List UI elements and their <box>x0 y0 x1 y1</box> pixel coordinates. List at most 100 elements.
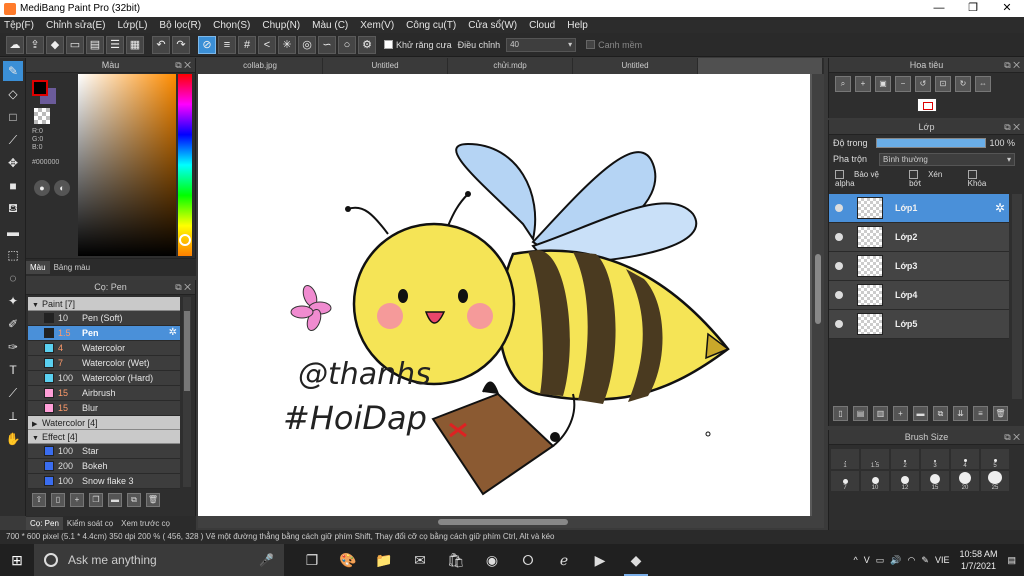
microphone-icon[interactable]: 🎤 <box>259 553 274 567</box>
magic-wand-icon[interactable]: ✦ <box>3 291 23 311</box>
close-button[interactable]: ✕ <box>990 0 1024 17</box>
brush-item[interactable]: 200 Bokeh <box>28 459 180 474</box>
doc-tab[interactable]: Untitled <box>323 58 448 74</box>
drawing-canvas[interactable]: @thanhs #HoiDap <box>198 74 810 516</box>
layer-settings-icon[interactable]: ≡ <box>973 406 988 421</box>
cloud-icon[interactable]: ☁ <box>6 35 24 54</box>
brush-group-watercolor[interactable]: ▶ Watercolor [4] <box>28 416 180 430</box>
menu-cloud[interactable]: Cloud <box>529 20 555 31</box>
zoom-in-icon[interactable]: + <box>855 76 871 92</box>
navigator-thumbnail[interactable] <box>917 98 937 112</box>
select-brush-icon[interactable]: ⟋ <box>3 130 23 150</box>
edit-icon[interactable]: ✎ <box>921 555 929 566</box>
panel-close-icon[interactable]: ⧉ ✕ <box>175 58 191 73</box>
upload-icon[interactable]: ⇧ <box>32 493 46 507</box>
add-brush-icon[interactable]: + <box>70 493 84 507</box>
menu-tools[interactable]: Công cụ(T) <box>406 20 456 31</box>
brush-size-cell[interactable]: 10 <box>861 471 889 491</box>
panel-close-icon[interactable]: ⧉ ✕ <box>1004 58 1020 73</box>
store-icon[interactable]: 🛍 <box>438 544 474 576</box>
opacity-slider[interactable] <box>875 138 986 148</box>
delete-icon[interactable]: 🗑 <box>146 493 160 507</box>
palette-add-icon[interactable]: ● <box>34 180 50 196</box>
menu-help[interactable]: Help <box>567 20 588 31</box>
gradient-tool-icon[interactable]: ▬ <box>3 222 23 242</box>
scrollbar-thumb[interactable] <box>438 519 568 525</box>
clipping-checkbox[interactable] <box>909 170 919 180</box>
brush-item-selected[interactable]: 1.5 Pen ✲ <box>28 326 180 341</box>
chrome-icon[interactable]: ◉ <box>474 544 510 576</box>
menu-snap[interactable]: Chụp(N) <box>262 20 300 31</box>
minimize-button[interactable]: — <box>922 0 956 17</box>
new-brush-icon[interactable]: ▯ <box>51 493 65 507</box>
mail-icon[interactable]: ✉ <box>402 544 438 576</box>
brush-group-paint[interactable]: ▼ Paint [7] <box>28 297 180 311</box>
gear-icon[interactable]: ✲ <box>995 201 1005 215</box>
tab-brush[interactable]: Cọ: Pen <box>26 516 63 530</box>
palette-settings-icon[interactable]: ◐ <box>54 180 70 196</box>
brush-size-cell[interactable]: 1 <box>831 449 859 469</box>
opera-icon[interactable]: ⭘ <box>510 544 546 576</box>
layer-row[interactable]: Lớp2 <box>829 223 1009 252</box>
layer-row[interactable]: Lớp3 <box>829 252 1009 281</box>
brush-size-cell[interactable]: 2 <box>891 449 919 469</box>
scrollbar-thumb[interactable] <box>815 254 821 324</box>
notification-icon[interactable]: ▤ <box>1007 555 1016 566</box>
merge-down-icon[interactable]: ⇊ <box>953 406 968 421</box>
layer-row[interactable]: Lớp4 <box>829 281 1009 310</box>
file-explorer-icon[interactable]: 📁 <box>366 544 402 576</box>
menu-color[interactable]: Màu (C) <box>312 20 348 31</box>
panel-close-icon[interactable]: ⧉ ✕ <box>1004 120 1020 135</box>
brush-size-cell[interactable]: 15 <box>921 471 949 491</box>
canvas-horizontal-scrollbar[interactable] <box>198 516 824 528</box>
visibility-icon[interactable] <box>835 291 843 299</box>
add-layer-menu-icon[interactable]: + <box>893 406 908 421</box>
zoom-actual-icon[interactable]: ▣ <box>875 76 891 92</box>
tray-expand-icon[interactable]: ^ <box>854 555 858 565</box>
text-tool-icon[interactable]: T <box>3 360 23 380</box>
windows-start-icon[interactable]: ⊞ <box>0 544 34 576</box>
clipping-option[interactable]: Xén bớt <box>909 170 958 188</box>
brush-item[interactable]: 10 Pen (Soft) <box>28 311 180 326</box>
layer-row[interactable]: Lớp5 <box>829 310 1009 339</box>
antialias-checkbox[interactable] <box>384 40 393 49</box>
doc-tab-active[interactable] <box>698 58 823 74</box>
tab-brush-preview[interactable]: Xem trước cọ <box>117 517 174 530</box>
visibility-icon[interactable] <box>835 320 843 328</box>
zoom-fit-icon[interactable]: ⌕ <box>835 76 851 92</box>
comment-icon[interactable]: ◆ <box>46 35 64 54</box>
folder-icon[interactable]: ▬ <box>108 493 122 507</box>
bucket-tool-icon[interactable]: ⛾ <box>3 199 23 219</box>
brush-item[interactable]: 15 Blur <box>28 401 180 416</box>
visibility-icon[interactable] <box>835 233 843 241</box>
tab-palette[interactable]: Bảng màu <box>50 261 94 274</box>
canvas-vertical-scrollbar[interactable] <box>812 74 824 516</box>
menu-edit[interactable]: Chỉnh sửa(E) <box>46 20 106 31</box>
clock[interactable]: 10:58 AM 1/7/2021 <box>959 548 997 572</box>
menu-select[interactable]: Chọn(S) <box>213 20 250 31</box>
brush-size-cell[interactable]: 7 <box>831 471 859 491</box>
hand-tool-icon[interactable]: ✋ <box>3 429 23 449</box>
visibility-icon[interactable] <box>835 204 843 212</box>
snap-settings-icon[interactable]: ⚙ <box>358 35 376 54</box>
divide-tool-icon[interactable]: ⟋ <box>3 383 23 403</box>
flip-icon[interactable]: ⇔ <box>975 76 991 92</box>
new-layer-icon[interactable]: ▯ <box>833 406 848 421</box>
edge-icon[interactable]: ℯ <box>546 544 582 576</box>
duplicate-layer-icon[interactable]: ⧉ <box>933 406 948 421</box>
panel-close-icon[interactable]: ⧉ ✕ <box>1004 430 1020 445</box>
brush-item[interactable]: 4 Watercolor <box>28 341 180 356</box>
brush-item[interactable]: 7 Watercolor (Wet) <box>28 356 180 371</box>
rotate-left-icon[interactable]: ↺ <box>915 76 931 92</box>
lock-checkbox[interactable] <box>967 170 977 180</box>
brush-item[interactable]: 100 Snow flake 3 <box>28 474 180 489</box>
menu-filter[interactable]: Bộ lọc(R) <box>159 20 201 31</box>
brush-item[interactable]: 100 Watercolor (Hard) <box>28 371 180 386</box>
brush-list-scrollbar[interactable] <box>183 297 191 487</box>
volume-icon[interactable]: 🔊 <box>890 555 901 566</box>
undo-icon[interactable]: ↶ <box>152 35 170 54</box>
visibility-icon[interactable] <box>835 262 843 270</box>
soft-edge-checkbox[interactable] <box>586 40 596 49</box>
tab-brush-control[interactable]: Kiểm soát cọ <box>63 517 117 530</box>
protect-alpha-checkbox[interactable] <box>835 170 844 180</box>
